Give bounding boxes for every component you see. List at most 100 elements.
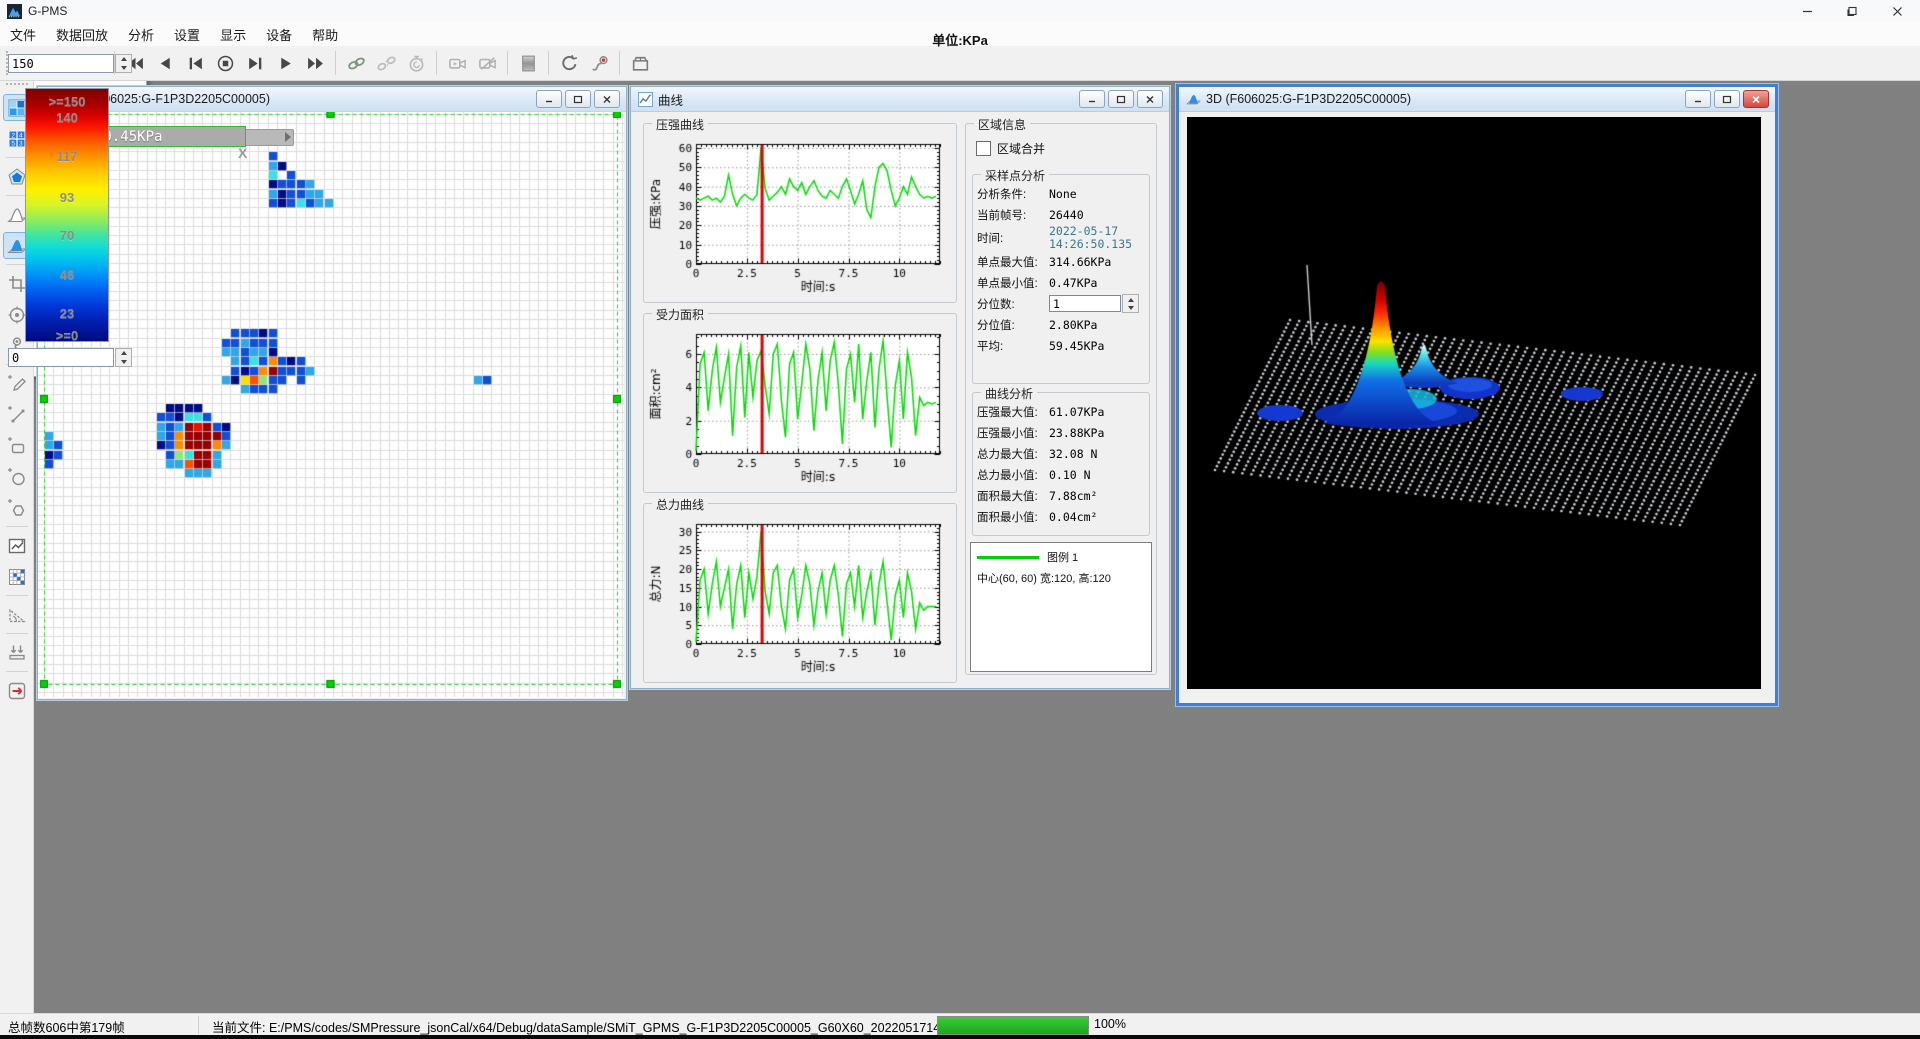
panel-3d-maximize-button[interactable] (1714, 90, 1740, 108)
step-back-button[interactable] (150, 49, 180, 77)
scale-min-input[interactable] (8, 348, 114, 367)
field-label: 分析条件: (977, 186, 1049, 202)
3d-view-area (1187, 117, 1761, 689)
scale-max-row (8, 54, 132, 73)
panel-2d-close-button[interactable] (594, 90, 620, 108)
pressure-map-canvas[interactable] (38, 112, 624, 697)
stop-button[interactable] (210, 49, 240, 77)
curve-analysis-row: 总力最小值:0.10 N (973, 464, 1149, 485)
area-chart-canvas (648, 326, 950, 486)
archive-button[interactable] (625, 49, 655, 77)
panel-curves-close-button[interactable] (1137, 90, 1163, 108)
sidebar-item-draw-circle[interactable] (3, 463, 31, 490)
fast-forward-button[interactable] (300, 49, 330, 77)
3d-view-icon (1186, 92, 1201, 107)
sample-analysis-title: 采样点分析 (981, 167, 1049, 184)
sidebar-item-draw-line[interactable] (3, 401, 31, 428)
app-logo-icon (7, 4, 22, 19)
scale-max-spinner[interactable] (115, 54, 132, 73)
refresh-button[interactable] (554, 49, 584, 77)
region-merge-checkbox[interactable] (976, 141, 991, 156)
progress-bar-fill (938, 1017, 1088, 1034)
field-value: 2.80KPa (1049, 318, 1097, 332)
field-value: 61.07KPa (1049, 405, 1104, 419)
chart-group-3: 总力曲线 (643, 503, 957, 683)
record-video-button[interactable] (442, 49, 472, 77)
sidebar-item-export-data[interactable] (3, 677, 31, 704)
color-gradient-bar: >=15014011793704623>=0 (25, 88, 109, 342)
field-label: 压强最大值: (977, 404, 1049, 420)
3d-view-canvas[interactable] (1187, 117, 1761, 689)
curve-analysis-row: 总力最大值:32.08 N (973, 443, 1149, 464)
legend-list: 图例 1 中心(60, 60) 宽:120, 高:120 (970, 542, 1152, 672)
panel-2d-titlebar[interactable]: 2D (F606025:G-F1P3D2205C00005) (38, 87, 626, 112)
field-label: 面积最小值: (977, 509, 1049, 525)
unlink-button[interactable] (371, 49, 401, 77)
panel-3d-close-button[interactable] (1743, 90, 1769, 108)
application-window: G-PMS 文件数据回放分析设置显示设备帮助 2453 2D (F606025:… (0, 0, 1920, 1039)
panel-curves-titlebar[interactable]: 曲线 (631, 87, 1169, 112)
sample-analysis-row: 当前帧号:26440 (973, 204, 1149, 225)
reset-timer-button[interactable] (401, 49, 431, 77)
quantile-spinner[interactable] (1122, 294, 1139, 313)
toolbar-separator (548, 51, 549, 75)
region-merge-label: 区域合并 (997, 140, 1045, 157)
bottom-strip (0, 1035, 1920, 1039)
field-label: 分位值: (977, 317, 1049, 333)
field-value: 314.66KPa (1049, 255, 1111, 269)
window-maximize-button[interactable] (1830, 0, 1875, 22)
panel-3d: 3D (F606025:G-F1P3D2205C00005) (1176, 84, 1778, 706)
svg-text:2: 2 (11, 132, 15, 139)
curve-analysis-row: 面积最小值:0.04cm² (973, 506, 1149, 527)
current-file-path: E:/PMS/codes/SMPressure_jsonCal/x64/Debu… (269, 1021, 1006, 1035)
curve-analysis-title: 曲线分析 (981, 385, 1037, 402)
sidebar-item-curve-window[interactable] (3, 532, 31, 559)
pressure-value-tooltip: 59.45KPa (86, 126, 246, 147)
sidebar-item-draw-rect[interactable] (3, 432, 31, 459)
sidebar-item-draw-freehand[interactable] (3, 370, 31, 397)
route-record-button[interactable] (584, 49, 614, 77)
field-value: 0.04cm² (1049, 510, 1097, 524)
region-merge-row[interactable]: 区域合并 (976, 140, 1045, 157)
window-close-button[interactable] (1875, 0, 1920, 22)
curves-icon (638, 92, 653, 107)
go-end-button[interactable] (240, 49, 270, 77)
field-label: 压强最小值: (977, 425, 1049, 441)
window-minimize-button[interactable] (1785, 0, 1830, 22)
scale-label-70: 70 (26, 228, 108, 243)
curve-analysis-group: 曲线分析 压强最大值:61.07KPa压强最小值:23.88KPa总力最大值:3… (972, 392, 1150, 536)
scale-max-input[interactable] (8, 54, 114, 73)
scale-min-row (8, 348, 132, 367)
chart-group-2: 受力面积 (643, 313, 957, 493)
legend-line-swatch (977, 556, 1039, 559)
progress-bar (937, 1016, 1089, 1035)
panel-2d-minimize-button[interactable] (536, 90, 562, 108)
chart-title: 受力面积 (652, 306, 708, 323)
field-value: 26440 (1049, 208, 1084, 222)
sidebar-separator (6, 526, 28, 527)
scale-min-spinner[interactable] (115, 348, 132, 367)
region-info-title: 区域信息 (974, 116, 1030, 133)
stop-video-button[interactable] (472, 49, 502, 77)
progress-percent: 100% (1094, 1017, 1126, 1031)
panel-curves-minimize-button[interactable] (1079, 90, 1105, 108)
link-button[interactable] (341, 49, 371, 77)
sidebar-item-angle-measure[interactable] (3, 601, 31, 628)
panel-curves-maximize-button[interactable] (1108, 90, 1134, 108)
sidebar-item-draw-polygon[interactable] (3, 494, 31, 521)
field-value: 23.88KPa (1049, 426, 1104, 440)
x-axis-label: X (238, 145, 247, 161)
gradient-map-button[interactable] (513, 49, 543, 77)
go-start-button[interactable] (180, 49, 210, 77)
play-button[interactable] (270, 49, 300, 77)
quantile-input[interactable] (1049, 295, 1121, 312)
sidebar-item-baseline-drop[interactable] (3, 639, 31, 666)
panel-2d-maximize-button[interactable] (565, 90, 591, 108)
svg-text:5: 5 (11, 140, 15, 147)
sidebar-separator (6, 595, 28, 596)
force-chart-canvas (648, 516, 950, 676)
legend-entry[interactable]: 图例 1 (971, 543, 1151, 567)
panel-3d-minimize-button[interactable] (1685, 90, 1711, 108)
panel-3d-titlebar[interactable]: 3D (F606025:G-F1P3D2205C00005) (1179, 87, 1775, 112)
sidebar-item-pixel-grid[interactable] (3, 563, 31, 590)
